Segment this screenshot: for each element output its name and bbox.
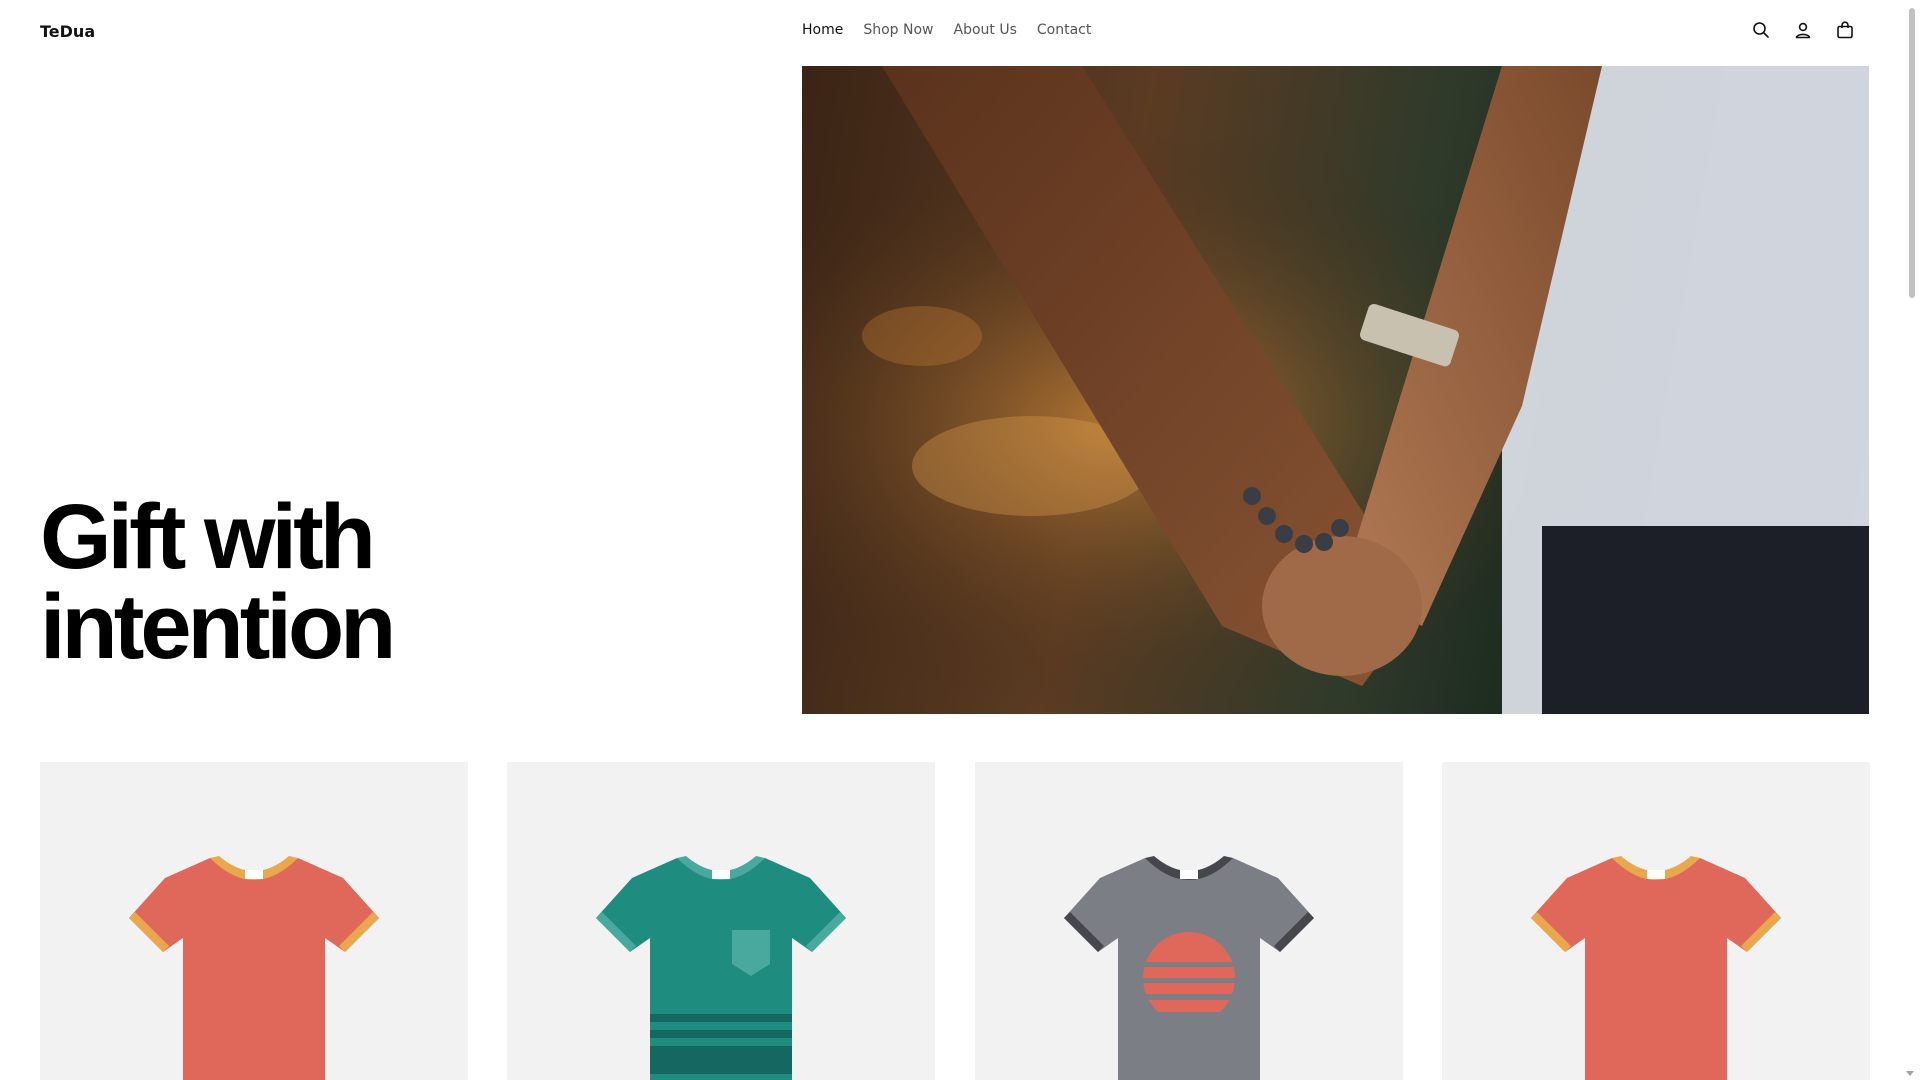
hero-title: Gift with intention bbox=[40, 486, 396, 678]
hero-image bbox=[802, 66, 1869, 714]
nav-shop-now[interactable]: Shop Now bbox=[863, 22, 933, 38]
product-grid bbox=[40, 762, 1870, 1080]
tshirt-gray-sunset-icon bbox=[1064, 856, 1314, 1080]
product-card-2[interactable] bbox=[507, 762, 935, 1080]
nav-contact[interactable]: Contact bbox=[1037, 22, 1091, 38]
product-card-1[interactable] bbox=[40, 762, 468, 1080]
tshirt-orange-icon bbox=[1531, 856, 1781, 1080]
scrollbar-thumb[interactable] bbox=[1909, 8, 1915, 298]
main-nav: Home Shop Now About Us Contact bbox=[802, 22, 1091, 38]
scroll-down-arrow-icon[interactable] bbox=[1906, 1071, 1914, 1076]
account-icon[interactable] bbox=[1793, 20, 1813, 40]
site-header: TeDua Home Shop Now About Us Contact bbox=[0, 0, 1900, 66]
product-card-3[interactable] bbox=[975, 762, 1403, 1080]
nav-home[interactable]: Home bbox=[802, 22, 843, 38]
brand-logo[interactable]: TeDua bbox=[40, 22, 95, 41]
product-card-4[interactable] bbox=[1442, 762, 1870, 1080]
header-icons bbox=[1751, 20, 1855, 40]
nav-about-us[interactable]: About Us bbox=[954, 22, 1017, 38]
cart-icon[interactable] bbox=[1835, 20, 1855, 40]
page-scrollbar[interactable] bbox=[1900, 0, 1920, 1080]
search-icon[interactable] bbox=[1751, 20, 1771, 40]
tshirt-orange-icon bbox=[129, 856, 379, 1080]
tshirt-teal-pocket-striped-icon bbox=[596, 856, 846, 1080]
